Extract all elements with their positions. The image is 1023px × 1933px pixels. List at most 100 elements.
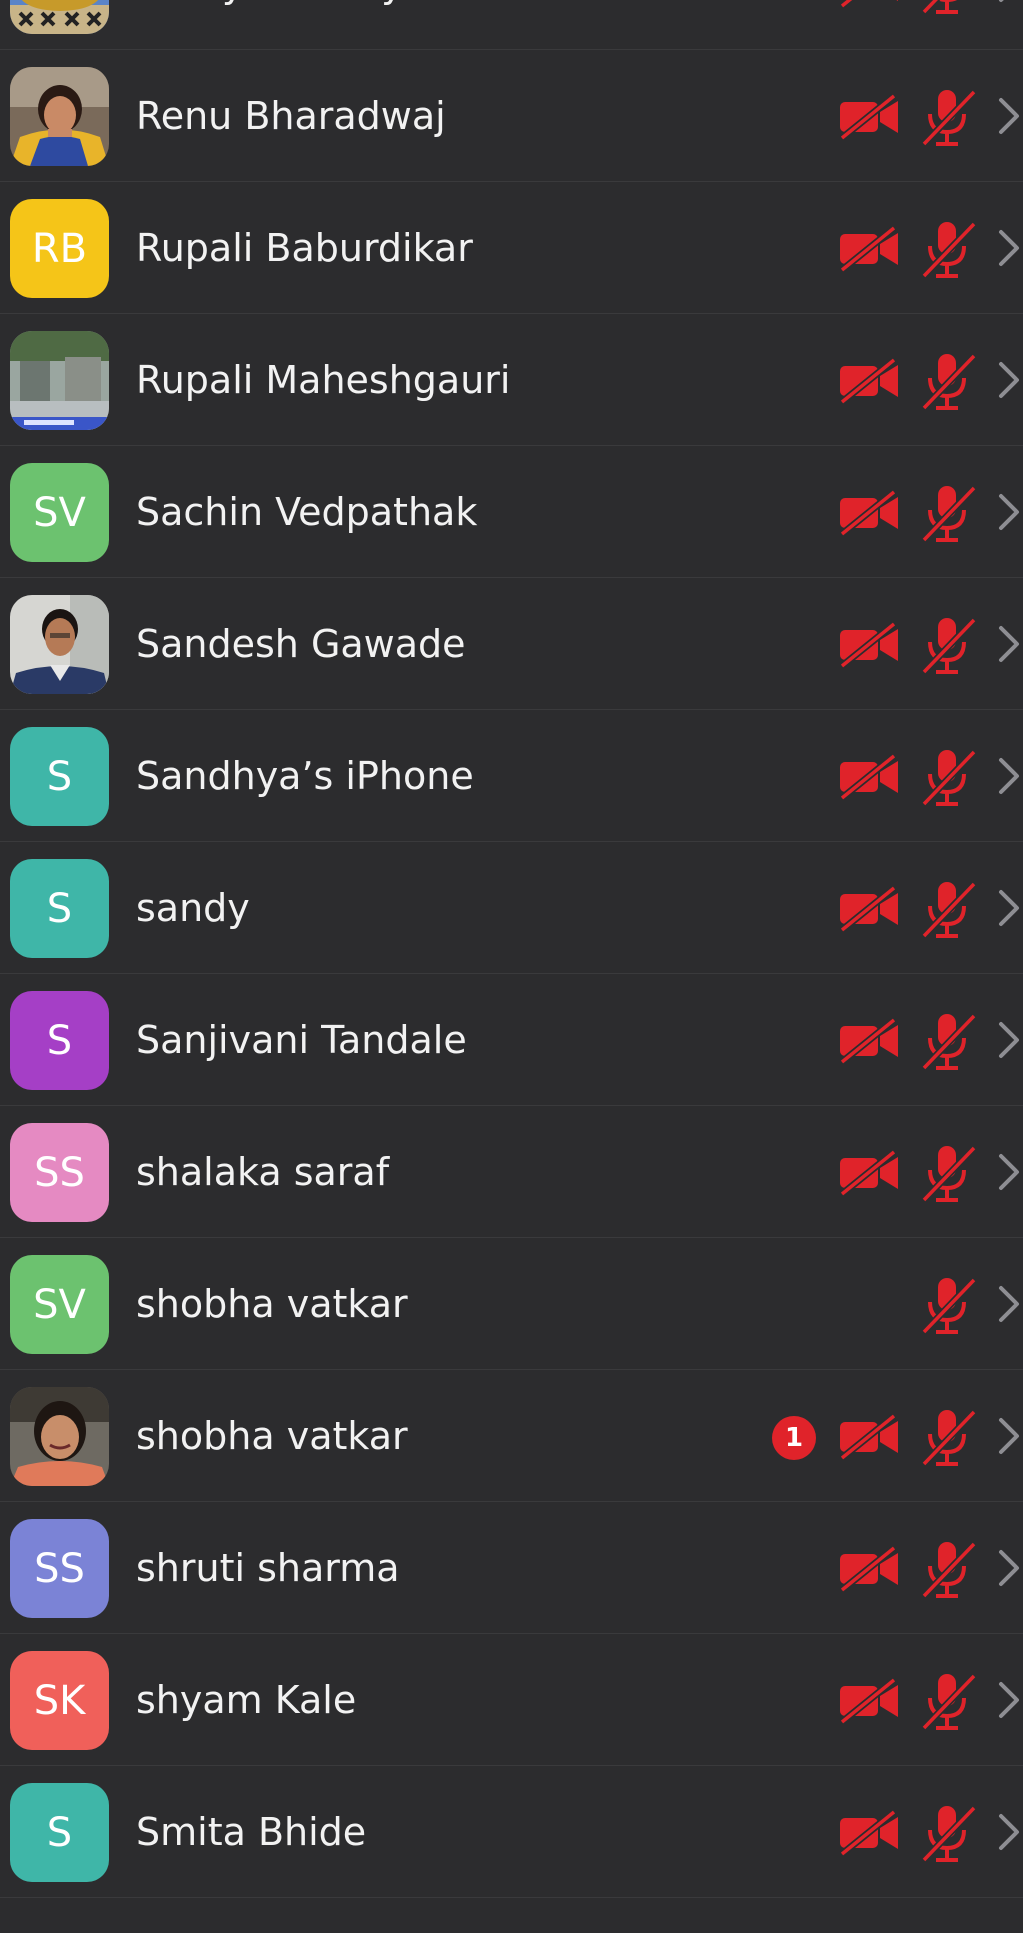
avatar-initials: S (10, 727, 109, 826)
participant-name: shyam Kale (136, 1678, 357, 1722)
video-off-icon[interactable] (838, 885, 900, 933)
avatar-initials-text: SK (33, 1677, 86, 1724)
chevron-right-icon[interactable] (996, 1020, 1022, 1060)
chevron-right-icon[interactable] (996, 1416, 1022, 1456)
participant-row[interactable]: SS shalaka saraf (0, 1106, 1023, 1238)
avatar-initials-text: SS (34, 1149, 85, 1196)
avatar-initials: S (10, 859, 109, 958)
video-off-icon[interactable] (838, 1809, 900, 1857)
avatar-initials: SK (10, 1651, 109, 1750)
mic-off-icon[interactable] (918, 88, 980, 148)
participant-name: Sandesh Gawade (136, 622, 466, 666)
mic-off-icon[interactable] (918, 1144, 980, 1204)
mic-off-icon[interactable] (918, 352, 980, 412)
chevron-right-icon[interactable] (996, 228, 1022, 268)
avatar-initials: SS (10, 1519, 109, 1618)
participants-list: Ramya Shetty Renu Bharadwaj RB Rupali Babur… (0, 0, 1023, 1898)
participant-row[interactable]: Rupali Maheshgauri (0, 314, 1023, 446)
participant-name: Sachin Vedpathak (136, 490, 478, 534)
avatar-initials-text: SV (33, 489, 86, 536)
participant-row[interactable]: SV shobha vatkar (0, 1238, 1023, 1370)
mic-off-icon[interactable] (918, 1012, 980, 1072)
participant-name: Renu Bharadwaj (136, 94, 446, 138)
participant-name: shobha vatkar (136, 1282, 408, 1326)
avatar-photo (10, 595, 109, 694)
avatar-initials-text: RB (31, 225, 88, 272)
mic-off-icon[interactable] (918, 748, 980, 808)
video-off-icon[interactable] (838, 621, 900, 669)
video-off-icon[interactable] (838, 0, 900, 9)
participant-name: shobha vatkar (136, 1414, 408, 1458)
participant-name: sandy (136, 886, 250, 930)
chevron-right-icon[interactable] (996, 492, 1022, 532)
mic-off-icon[interactable] (918, 880, 980, 940)
participant-name: Sandhya’s iPhone (136, 754, 474, 798)
chevron-right-icon[interactable] (996, 1548, 1022, 1588)
video-off-icon[interactable] (838, 753, 900, 801)
participant-name: Sanjivani Tandale (136, 1018, 467, 1062)
chevron-right-icon[interactable] (996, 96, 1022, 136)
participant-row[interactable]: S Sandhya’s iPhone (0, 710, 1023, 842)
participant-name: Ramya Shetty (136, 0, 404, 50)
mic-off-icon[interactable] (918, 616, 980, 676)
participant-name: shruti sharma (136, 1546, 400, 1590)
participant-row[interactable]: Sandesh Gawade (0, 578, 1023, 710)
avatar-photo (10, 1387, 109, 1486)
mic-off-icon[interactable] (918, 1408, 980, 1468)
video-off-icon[interactable] (838, 225, 900, 273)
avatar-initials: RB (10, 199, 109, 298)
video-off-icon[interactable] (838, 1017, 900, 1065)
video-off-icon[interactable] (838, 357, 900, 405)
mic-off-icon[interactable] (918, 1804, 980, 1864)
chevron-right-icon[interactable] (996, 624, 1022, 664)
chevron-right-icon[interactable] (996, 1812, 1022, 1852)
chevron-right-icon[interactable] (996, 360, 1022, 400)
mic-off-icon[interactable] (918, 1672, 980, 1732)
mic-off-icon[interactable] (918, 484, 980, 544)
avatar-initials: SS (10, 1123, 109, 1222)
mic-off-icon[interactable] (918, 220, 980, 280)
chevron-right-icon[interactable] (996, 0, 1022, 4)
chevron-right-icon[interactable] (996, 888, 1022, 928)
video-off-icon[interactable] (838, 489, 900, 537)
participant-row[interactable]: S Sanjivani Tandale (0, 974, 1023, 1106)
participant-row[interactable]: RB Rupali Baburdikar (0, 182, 1023, 314)
mic-off-icon[interactable] (918, 1540, 980, 1600)
avatar-initials-text: S (46, 1017, 73, 1064)
participant-row[interactable]: S Smita Bhide (0, 1766, 1023, 1898)
video-off-icon[interactable] (838, 1149, 900, 1197)
chevron-right-icon[interactable] (996, 1284, 1022, 1324)
participant-row[interactable]: Ssandy (0, 842, 1023, 974)
participant-row[interactable]: Ramya Shetty (0, 0, 1023, 50)
participant-name: Rupali Baburdikar (136, 226, 473, 270)
participant-row[interactable]: SK shyam Kale (0, 1634, 1023, 1766)
mic-off-icon[interactable] (918, 1276, 980, 1336)
avatar-initials: SV (10, 1255, 109, 1354)
avatar-initials: S (10, 991, 109, 1090)
chevron-right-icon[interactable] (996, 1152, 1022, 1192)
video-off-icon[interactable] (838, 1677, 900, 1725)
avatar-initials: SV (10, 463, 109, 562)
unread-badge: 1 (772, 1416, 816, 1460)
avatar-initials-text: SS (34, 1545, 85, 1592)
avatar-initials: S (10, 1783, 109, 1882)
participant-row[interactable]: shobha vatkar 1 (0, 1370, 1023, 1502)
participant-row[interactable]: SS shruti sharma (0, 1502, 1023, 1634)
avatar-initials-text: SV (33, 1281, 86, 1328)
avatar-initials-text: S (46, 753, 73, 800)
video-off-icon[interactable] (838, 93, 900, 141)
avatar-photo (10, 0, 109, 34)
chevron-right-icon[interactable] (996, 1680, 1022, 1720)
participant-row[interactable]: Renu Bharadwaj (0, 50, 1023, 182)
avatar-initials-text: S (46, 1809, 73, 1856)
chevron-right-icon[interactable] (996, 756, 1022, 796)
avatar-photo (10, 67, 109, 166)
participant-name: Rupali Maheshgauri (136, 358, 511, 402)
participant-row[interactable]: SV Sachin Vedpathak (0, 446, 1023, 578)
video-off-icon[interactable] (838, 1413, 900, 1461)
mic-off-icon[interactable] (918, 0, 980, 16)
participant-name: Smita Bhide (136, 1810, 367, 1854)
participant-name: shalaka saraf (136, 1150, 390, 1194)
avatar-initials-text: S (46, 885, 73, 932)
video-off-icon[interactable] (838, 1545, 900, 1593)
